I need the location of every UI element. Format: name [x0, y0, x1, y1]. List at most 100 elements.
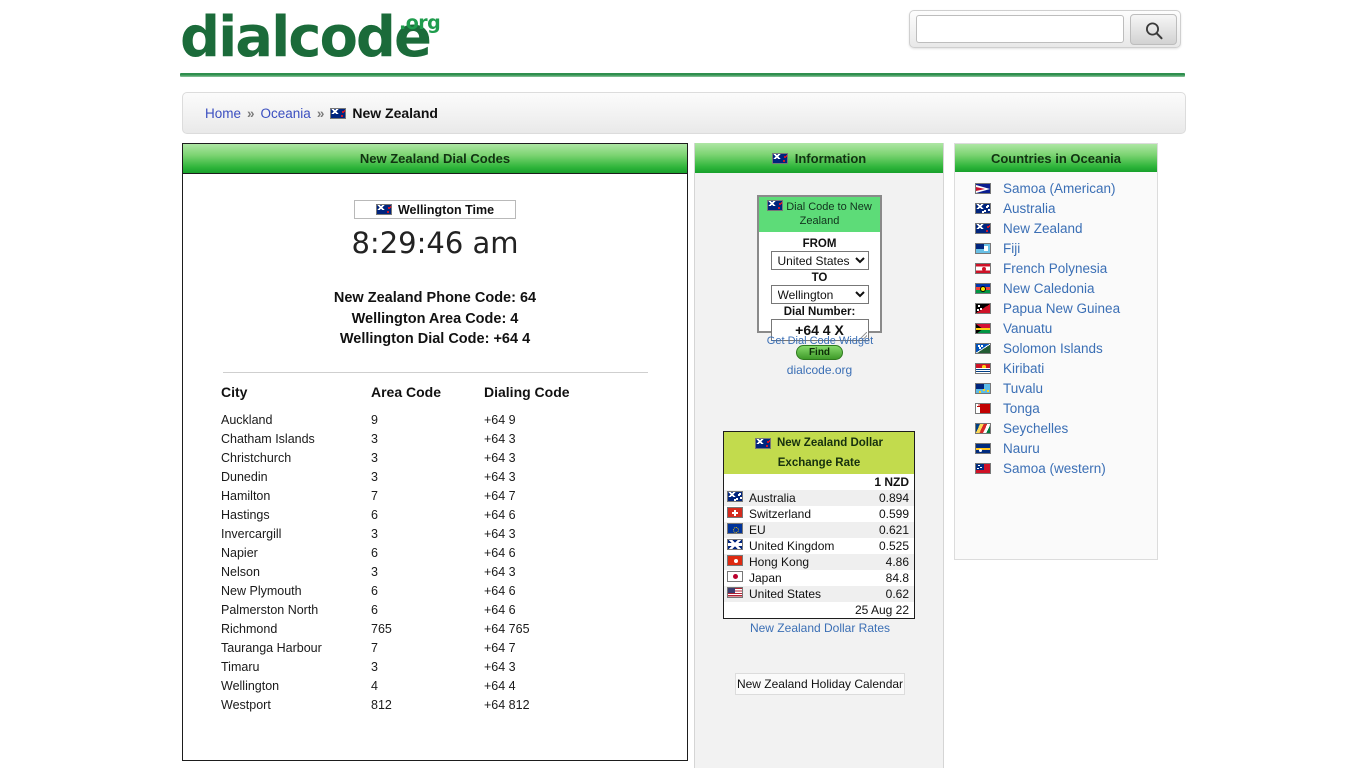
country-label: Papua New Guinea — [1003, 300, 1121, 316]
header-rule — [180, 73, 1185, 77]
country-list-item[interactable]: Tuvalu — [955, 378, 1157, 398]
exchange-rate-country: Hong Kong — [749, 554, 847, 570]
get-dial-code-widget-link[interactable]: Get Dial Code Widget — [695, 335, 945, 347]
breadcrumb-separator: » — [316, 105, 325, 121]
nr-flag-icon — [975, 442, 991, 454]
as-flag-icon — [975, 182, 991, 194]
table-row: Westport 812 +64 812 — [221, 696, 649, 715]
dial-code-widget-title-text: Dial Code to New Zealand — [786, 201, 872, 227]
wellington-current-time: 8:29:46 am — [351, 226, 519, 260]
country-list-item[interactable]: French Polynesia — [955, 258, 1157, 278]
nc-flag-icon — [975, 282, 991, 294]
cell-dialing-code: +64 3 — [484, 451, 516, 465]
logo-tld: .org — [399, 12, 441, 34]
country-list-item[interactable]: Samoa (American) — [955, 178, 1157, 198]
cell-dialing-code: +64 6 — [484, 584, 516, 598]
country-list-item[interactable]: Samoa (western) — [955, 458, 1157, 478]
tv-flag-icon — [975, 382, 991, 394]
country-list-item[interactable]: Fiji — [955, 238, 1157, 258]
country-label: New Caledonia — [1003, 280, 1095, 296]
table-row: Auckland 9 +64 9 — [221, 411, 649, 430]
country-label: Fiji — [1003, 240, 1021, 256]
exchange-rate-row: Japan 84.8 — [724, 570, 914, 586]
country-label: Australia — [1003, 200, 1056, 216]
exchange-rate-body: 1 NZD Australia 0.894 Switzerland 0.599 EU 0.… — [724, 474, 914, 618]
breadcrumb: Home » Oceania » New Zealand — [182, 92, 1186, 134]
new-zealand-flag-icon — [754, 437, 771, 449]
table-header-row: City Area Code Dialing Code — [221, 384, 649, 411]
cell-city: Palmerston North — [221, 603, 319, 617]
country-list-item[interactable]: Tonga — [955, 398, 1157, 418]
information-panel: Information Dial Code to New Zealand FRO… — [694, 143, 944, 768]
exchange-rate-row: United States 0.62 — [724, 586, 914, 602]
exchange-rate-date-row: 25 Aug 22 — [724, 602, 914, 618]
information-panel-title: Information — [794, 150, 867, 166]
country-list-item[interactable]: Seychelles — [955, 418, 1157, 438]
breadcrumb-separator: » — [247, 105, 255, 121]
pg-flag-icon — [975, 302, 991, 314]
site-logo[interactable]: dialcode .org — [180, 6, 450, 72]
exchange-rate-title-line2: Exchange Rate — [777, 457, 861, 469]
exchange-rate-row: Switzerland 0.599 — [724, 506, 914, 522]
country-code-summary: New Zealand Phone Code: 64 Wellington Ar… — [183, 288, 687, 350]
breadcrumb-oceania[interactable]: Oceania — [261, 106, 311, 121]
exchange-rate-country: United States — [749, 586, 847, 602]
cell-dialing-code: +64 7 — [484, 489, 516, 503]
dialcode-site-link[interactable]: dialcode.org — [759, 363, 880, 377]
dial-code-line: Wellington Dial Code: +64 4 — [339, 331, 531, 347]
cell-dialing-code: +64 812 — [484, 698, 530, 712]
from-label: FROM — [802, 238, 837, 250]
ws-flag-icon — [975, 462, 991, 474]
sc-flag-icon — [975, 422, 991, 434]
exchange-rate-country: EU — [749, 522, 847, 538]
cell-area-code: 4 — [371, 679, 378, 693]
holiday-calendar-button[interactable]: New Zealand Holiday Calendar — [735, 673, 905, 695]
country-list-item[interactable]: Kiribati — [955, 358, 1157, 378]
cell-dialing-code: +64 3 — [484, 432, 516, 446]
cell-area-code: 765 — [371, 622, 392, 636]
uk-flag-icon — [727, 539, 743, 550]
country-list-item[interactable]: Papua New Guinea — [955, 298, 1157, 318]
country-list-item[interactable]: Australia — [955, 198, 1157, 218]
country-label: Nauru — [1003, 440, 1040, 456]
exchange-rate-unit: 1 NZD — [874, 475, 909, 489]
section-divider — [222, 371, 648, 373]
table-row: Tauranga Harbour 7 +64 7 — [221, 639, 649, 658]
table-row: New Plymouth 6 +64 6 — [221, 582, 649, 601]
country-list-item[interactable]: Solomon Islands — [955, 338, 1157, 358]
dial-codes-panel-title: New Zealand Dial Codes — [359, 151, 511, 166]
cell-city: Wellington — [221, 679, 280, 693]
exchange-rate-title: New Zealand Dollar Exchange Rate — [724, 432, 914, 474]
cell-dialing-code: +64 4 — [484, 679, 516, 693]
to-city-select[interactable]: Wellington — [770, 285, 869, 304]
country-list: Samoa (American) Australia New Zealand Fiji… — [955, 172, 1157, 478]
to-flag-icon — [975, 402, 991, 414]
sb-flag-icon — [975, 342, 991, 354]
new-zealand-dollar-rates-link[interactable]: New Zealand Dollar Rates — [695, 621, 945, 635]
from-country-select[interactable]: United States — [770, 251, 869, 270]
search-button[interactable] — [1130, 14, 1177, 45]
ki-flag-icon — [975, 362, 991, 374]
country-label: New Zealand — [1003, 220, 1083, 236]
column-header-area-code: Area Code — [371, 383, 442, 400]
country-list-item[interactable]: Vanuatu — [955, 318, 1157, 338]
table-row: Invercargill 3 +64 3 — [221, 525, 649, 544]
exchange-rate-value: 84.8 — [885, 571, 909, 585]
exchange-rate-row: United Kingdom 0.525 — [724, 538, 914, 554]
exchange-rate-value: 0.599 — [878, 507, 909, 521]
breadcrumb-home[interactable]: Home — [205, 106, 241, 121]
country-list-item[interactable]: New Caledonia — [955, 278, 1157, 298]
clock-label-text: Wellington Time — [397, 202, 495, 217]
search-input[interactable] — [916, 15, 1124, 43]
cell-dialing-code: +64 9 — [484, 413, 516, 427]
country-label: Samoa (American) — [1003, 180, 1116, 196]
cell-area-code: 3 — [371, 660, 378, 674]
new-zealand-flag-icon — [375, 204, 392, 215]
exchange-rate-row: EU 0.621 — [724, 522, 914, 538]
exchange-rate-table: 1 NZD Australia 0.894 Switzerland 0.599 EU 0.… — [724, 474, 914, 618]
country-list-item[interactable]: Nauru — [955, 438, 1157, 458]
country-list-item[interactable]: New Zealand — [955, 218, 1157, 238]
search-box — [909, 10, 1181, 48]
find-button[interactable]: Find — [796, 345, 843, 360]
eu-flag-icon — [727, 523, 743, 534]
